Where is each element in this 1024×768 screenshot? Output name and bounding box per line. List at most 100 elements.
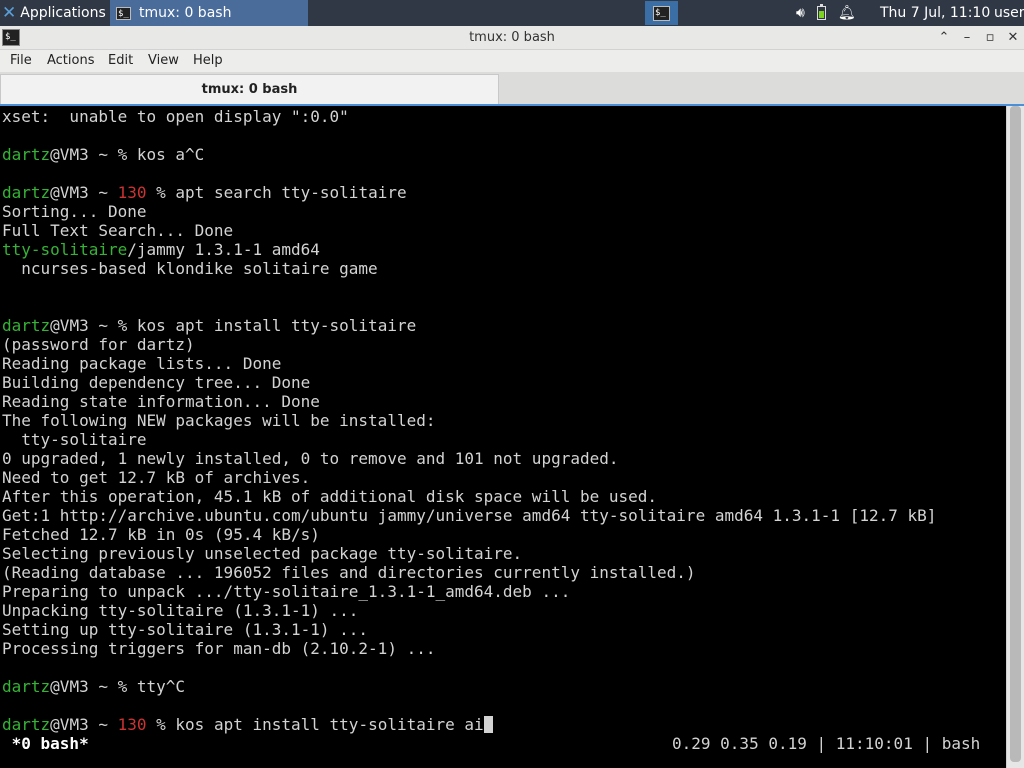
terminal-line: The following NEW packages will be insta… xyxy=(2,411,435,430)
maximize-icon[interactable]: ▫ xyxy=(980,28,1000,48)
window-title: tmux: 0 bash xyxy=(469,30,555,45)
line-text: (password for dartz) xyxy=(2,335,195,354)
line-text: % apt search tty-solitaire xyxy=(146,183,407,202)
tmux-status-bar: *0 bash* 0.29 0.35 0.19 | 11:10:01 | bas… xyxy=(0,734,1006,753)
prompt-user: dartz xyxy=(2,183,51,202)
terminal-output[interactable]: xset: unable to open display ":0.0" dartz… xyxy=(0,106,1006,768)
line-text: Reading state information... Done xyxy=(2,392,320,411)
line-text: % kos apt install tty-solitaire ai xyxy=(146,715,484,734)
xfce-logo-icon: ✕ xyxy=(2,2,17,23)
exit-code: 130 xyxy=(117,715,147,734)
line-text: @VM3 ~ xyxy=(50,715,118,734)
prompt-user: tty-solitaire xyxy=(2,240,128,259)
terminal-line: Preparing to unpack .../tty-solitaire_1.… xyxy=(2,582,570,601)
terminal-line: (password for dartz) xyxy=(2,335,195,354)
terminal-line: dartz@VM3 ~ % kos apt install tty-solita… xyxy=(2,316,416,335)
line-text: Preparing to unpack .../tty-solitaire_1.… xyxy=(2,582,571,601)
terminal-line: 0 upgraded, 1 newly installed, 0 to remo… xyxy=(2,449,619,468)
terminal-line: Reading state information... Done xyxy=(2,392,320,411)
terminal-line: Setting up tty-solitaire (1.3.1-1) ... xyxy=(2,620,368,639)
line-text: Full Text Search... Done xyxy=(2,221,234,240)
prompt-user: dartz xyxy=(2,715,51,734)
terminal-line: Building dependency tree... Done xyxy=(2,373,310,392)
terminal-line: tty-solitaire/jammy 1.3.1-1 amd64 xyxy=(2,240,320,259)
line-text: Reading package lists... Done xyxy=(2,354,282,373)
menu-actions[interactable]: Actions xyxy=(47,50,95,72)
window-titlebar[interactable]: $_ tmux: 0 bash ⌃ – ▫ ✕ xyxy=(0,26,1024,50)
prompt-user: dartz xyxy=(2,677,51,696)
line-text: Processing triggers for man-db (2.10.2-1… xyxy=(2,639,436,658)
line-text: @VM3 ~ % kos a^C xyxy=(50,145,205,164)
terminal-line: xset: unable to open display ":0.0" xyxy=(2,107,349,126)
terminal-icon: $_ xyxy=(653,5,670,21)
terminal-line: Selecting previously unselected package … xyxy=(2,544,522,563)
line-text: Selecting previously unselected package … xyxy=(2,544,523,563)
menu-help[interactable]: Help xyxy=(193,50,223,72)
terminal-line: dartz@VM3 ~ % kos a^C xyxy=(2,145,204,164)
line-text: @VM3 ~ xyxy=(50,183,118,202)
terminal-scrollbar[interactable] xyxy=(1006,106,1024,768)
exit-code: 130 xyxy=(117,183,147,202)
terminal-line: Sorting... Done xyxy=(2,202,147,221)
tmux-window-list: *0 bash* xyxy=(2,734,89,753)
scrollbar-thumb[interactable] xyxy=(1010,106,1021,762)
line-text: (Reading database ... 196052 files and d… xyxy=(2,563,696,582)
battery-icon[interactable] xyxy=(816,4,826,20)
line-text: Building dependency tree... Done xyxy=(2,373,311,392)
line-text: Get:1 http://archive.ubuntu.com/ubuntu j… xyxy=(2,506,937,525)
line-text: Need to get 12.7 kB of archives. xyxy=(2,468,311,487)
menu-edit[interactable]: Edit xyxy=(108,50,133,72)
workspace-switcher[interactable]: $_ xyxy=(645,1,678,25)
applications-label: Applications xyxy=(20,5,106,21)
terminal-line: After this operation, 45.1 kB of additio… xyxy=(2,487,657,506)
taskbar-item-terminal[interactable]: $_ tmux: 0 bash xyxy=(110,0,308,26)
terminal-line: Processing triggers for man-db (2.10.2-1… xyxy=(2,639,435,658)
taskbar-item-label: tmux: 0 bash xyxy=(139,5,232,21)
applications-menu[interactable]: ✕ Applications xyxy=(0,0,110,26)
menu-file[interactable]: File xyxy=(10,50,32,72)
top-panel: ✕ Applications $_ tmux: 0 bash $_ 🔊︎ 🔔︎ … xyxy=(0,0,1024,26)
menu-bar: File Actions Edit View Help xyxy=(0,50,1024,72)
prompt-user: dartz xyxy=(2,145,51,164)
user-menu[interactable]: user xyxy=(994,0,1024,26)
line-text: Setting up tty-solitaire (1.3.1-1) ... xyxy=(2,620,369,639)
line-text: ncurses-based klondike solitaire game xyxy=(2,259,378,278)
line-text: /jammy 1.3.1-1 amd64 xyxy=(127,240,320,259)
line-text: 0 upgraded, 1 newly installed, 0 to remo… xyxy=(2,449,619,468)
terminal-line: tty-solitaire xyxy=(2,430,147,449)
terminal-line: dartz@VM3 ~ 130 % apt search tty-solitai… xyxy=(2,183,407,202)
terminal-line: Fetched 12.7 kB in 0s (95.4 kB/s) xyxy=(2,525,320,544)
line-text: tty-solitaire xyxy=(2,430,147,449)
terminal-line: Need to get 12.7 kB of archives. xyxy=(2,468,310,487)
notification-bell-icon[interactable]: 🔔︎ xyxy=(838,5,856,21)
system-tray: 🔊︎ 🔔︎ xyxy=(796,0,856,26)
prompt-user: dartz xyxy=(2,316,51,335)
terminal-line: ncurses-based klondike solitaire game xyxy=(2,259,378,278)
close-icon[interactable]: ✕ xyxy=(1003,28,1023,48)
clock[interactable]: Thu 7 Jul, 11:10 xyxy=(880,0,990,26)
terminal-line: (Reading database ... 196052 files and d… xyxy=(2,563,696,582)
terminal-line: Reading package lists... Done xyxy=(2,354,281,373)
tmux-status-right: 0.29 0.35 0.19 | 11:10:01 | bash xyxy=(672,734,981,753)
minimize-icon[interactable]: – xyxy=(957,28,977,48)
tab-bar: tmux: 0 bash xyxy=(0,72,1024,106)
line-text: Sorting... Done xyxy=(2,202,147,221)
line-text: xset: unable to open display ":0.0" xyxy=(2,107,349,126)
shade-icon[interactable]: ⌃ xyxy=(934,28,954,48)
terminal-icon: $_ xyxy=(116,6,131,20)
line-text: Fetched 12.7 kB in 0s (95.4 kB/s) xyxy=(2,525,320,544)
terminal-line: dartz@VM3 ~ 130 % kos apt install tty-so… xyxy=(2,715,493,734)
line-text: Unpacking tty-solitaire (1.3.1-1) ... xyxy=(2,601,359,620)
terminal-line: Unpacking tty-solitaire (1.3.1-1) ... xyxy=(2,601,358,620)
terminal-line: Get:1 http://archive.ubuntu.com/ubuntu j… xyxy=(2,506,936,525)
line-text: After this operation, 45.1 kB of additio… xyxy=(2,487,658,506)
menu-view[interactable]: View xyxy=(148,50,179,72)
terminal-line: Full Text Search... Done xyxy=(2,221,233,240)
tab-tmux-bash[interactable]: tmux: 0 bash xyxy=(0,74,499,104)
volume-icon[interactable]: 🔊︎ xyxy=(796,5,805,21)
line-text: The following NEW packages will be insta… xyxy=(2,411,436,430)
line-text: @VM3 ~ % kos apt install tty-solitaire xyxy=(50,316,417,335)
line-text: @VM3 ~ % tty^C xyxy=(50,677,186,696)
terminal-line: dartz@VM3 ~ % tty^C xyxy=(2,677,185,696)
text-cursor xyxy=(483,716,493,733)
